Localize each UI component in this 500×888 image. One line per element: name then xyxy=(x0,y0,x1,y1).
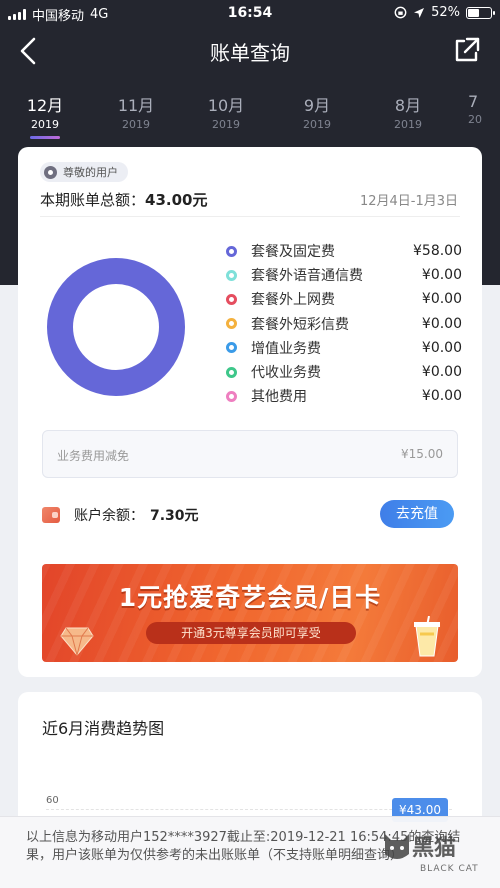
share-button[interactable] xyxy=(454,37,480,63)
tab-month[interactable]: 8月 2019 xyxy=(373,92,443,131)
cat-logo-icon xyxy=(385,834,409,859)
legend-marker-icon xyxy=(226,342,237,354)
tab-month[interactable]: 11月 2019 xyxy=(101,92,171,131)
location-icon xyxy=(414,7,425,18)
fee-label: 代收业务费 xyxy=(251,365,321,382)
gem-icon xyxy=(60,627,94,656)
status-right: 52% xyxy=(394,5,495,20)
tab-month[interactable]: 10月 2019 xyxy=(191,92,261,131)
donut-ring xyxy=(47,258,185,396)
bill-total: 本期账单总额：43.00元 xyxy=(40,189,207,210)
promo-banner[interactable]: 1元抢爱奇艺会员/日卡 开通3元尊享会员即可享受 xyxy=(42,564,458,662)
tab-month-label: 11月 xyxy=(117,96,155,115)
trend-title: 近6月消费趋势图 xyxy=(42,719,165,738)
fee-label: 套餐及固定费 xyxy=(251,244,335,261)
fee-label: 套餐外短彩信费 xyxy=(251,316,349,333)
tab-month[interactable]: 9月 2019 xyxy=(282,92,352,131)
battery-percent: 52% xyxy=(431,5,460,20)
donut-chart xyxy=(47,258,185,396)
legend-marker-icon xyxy=(226,269,237,281)
tab-year-label: 2019 xyxy=(31,118,59,131)
bill-total-value: 43.00元 xyxy=(145,191,208,209)
user-badge-label: 尊敬的用户 xyxy=(63,166,118,179)
legend-marker-icon xyxy=(226,318,237,330)
battery-icon xyxy=(466,6,495,19)
tab-month-label: 8月 xyxy=(394,96,422,115)
fee-row: 套餐外上网费 ¥0.00 xyxy=(226,287,462,311)
banner-subtext: 开通3元尊享会员即可享受 xyxy=(146,622,356,644)
watermark-subtext: BLACK CAT xyxy=(420,864,479,874)
fee-row: 代收业务费 ¥0.00 xyxy=(226,360,462,384)
account-balance: 账户余额： 7.30元 xyxy=(42,502,199,528)
discount-value: ¥15.00 xyxy=(401,447,443,461)
fee-amount: ¥0.00 xyxy=(421,291,462,308)
legend-marker-icon xyxy=(226,366,237,378)
tab-year-label: 2019 xyxy=(303,118,331,131)
tab-year-label: 2019 xyxy=(122,118,150,131)
legend-marker-icon xyxy=(226,245,237,257)
fee-label: 其他费用 xyxy=(251,389,307,406)
fee-label: 增值业务费 xyxy=(251,340,321,357)
bill-card: 尊敬的用户 本期账单总额：43.00元 12月4日-1月3日 套餐及固定费 ¥5… xyxy=(18,147,482,677)
divider xyxy=(40,216,460,217)
black-cat-watermark: 黑猫 BLACK CAT xyxy=(382,828,492,886)
drink-cup-icon xyxy=(414,616,440,657)
fee-amount: ¥0.00 xyxy=(421,364,462,381)
tab-year-label: 2019 xyxy=(394,118,422,131)
balance-label: 账户余额： xyxy=(74,508,144,524)
recharge-button[interactable]: 去充值 xyxy=(380,500,454,528)
tab-month-label: 9月 xyxy=(303,96,331,115)
fee-amount: ¥0.00 xyxy=(421,339,462,356)
fee-discount-box: 业务费用减免 ¥15.00 xyxy=(42,430,458,478)
fee-row: 套餐外短彩信费 ¥0.00 xyxy=(226,312,462,336)
fee-amount: ¥0.00 xyxy=(421,388,462,405)
fee-row: 其他费用 ¥0.00 xyxy=(226,384,462,408)
fee-legend: 套餐及固定费 ¥58.00 套餐外语音通信费 ¥0.00 套餐外上网费 ¥0.0… xyxy=(226,239,462,408)
fee-label: 套餐外语音通信费 xyxy=(251,268,363,285)
active-tab-indicator xyxy=(30,136,60,139)
fee-row: 增值业务费 ¥0.00 xyxy=(226,336,462,360)
bill-total-label: 本期账单总额： xyxy=(40,191,146,209)
rotation-lock-icon xyxy=(394,6,407,19)
tab-month[interactable]: 12月 2019 xyxy=(10,92,80,139)
balance-value: 7.30元 xyxy=(150,508,199,524)
fee-amount: ¥58.00 xyxy=(413,243,462,260)
tab-month-label: 12月 xyxy=(26,96,64,115)
tab-year-label: 2019 xyxy=(212,118,240,131)
fee-amount: ¥0.00 xyxy=(421,267,462,284)
fee-amount: ¥0.00 xyxy=(421,315,462,332)
watermark-text: 黑猫 xyxy=(412,836,457,861)
bill-period: 12月4日-1月3日 xyxy=(359,194,458,209)
user-icon xyxy=(44,165,57,179)
tab-month[interactable]: 7 20 xyxy=(468,92,500,126)
status-bar: 中国移动 4G 16:54 52% xyxy=(0,0,500,26)
y-axis-tick: 60 xyxy=(46,795,59,806)
tab-month-label: 10月 xyxy=(207,96,245,115)
legend-marker-icon xyxy=(226,390,237,402)
fee-row: 套餐外语音通信费 ¥0.00 xyxy=(226,263,462,287)
month-tabs: 12月 2019 11月 2019 10月 2019 9月 2019 8月 20… xyxy=(0,92,500,142)
fee-row: 套餐及固定费 ¥58.00 xyxy=(226,239,462,263)
page-title: 账单查询 xyxy=(210,41,290,65)
banner-headline: 1元抢爱奇艺会员/日卡 xyxy=(118,583,382,612)
discount-label: 业务费用减免 xyxy=(57,449,130,463)
tab-month-label: 7 xyxy=(468,92,479,111)
wallet-icon xyxy=(42,507,60,523)
legend-marker-icon xyxy=(226,293,237,305)
tab-year-label: 20 xyxy=(468,113,482,126)
fee-label: 套餐外上网费 xyxy=(251,292,335,309)
user-badge: 尊敬的用户 xyxy=(40,162,128,182)
